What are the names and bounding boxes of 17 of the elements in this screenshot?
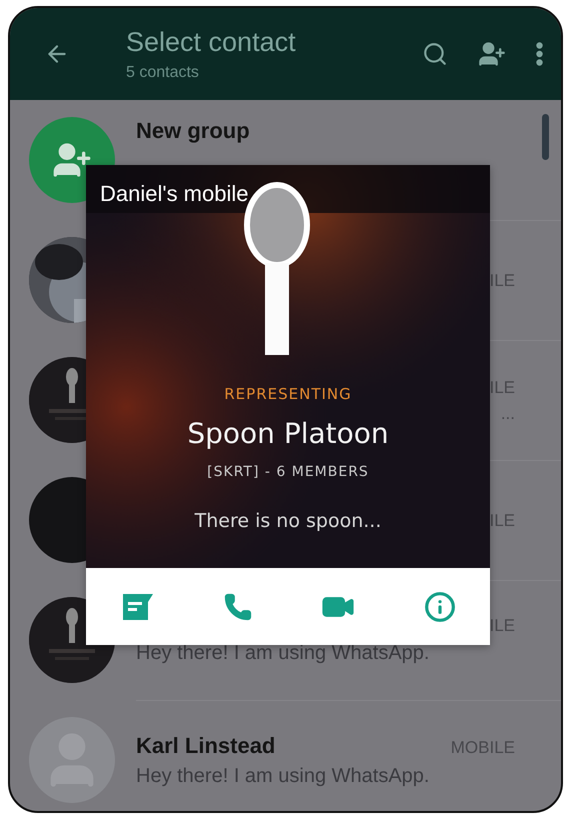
scrollbar: [542, 114, 549, 160]
add-person-icon: [478, 40, 506, 68]
message-icon: [120, 592, 154, 620]
search-icon: [422, 41, 448, 67]
phone-icon: [222, 592, 253, 622]
new-group-label: New group: [136, 118, 251, 144]
menu-icon: [536, 42, 543, 66]
info-button[interactable]: [424, 590, 456, 622]
call-button[interactable]: [222, 592, 253, 622]
contact-status: Hey there! I am using WhatsApp.: [136, 765, 430, 788]
screen-title: Select contact: [126, 26, 297, 58]
ellipsis: ...: [500, 404, 515, 424]
contact-name: Karl Linstead: [136, 733, 276, 759]
contact-status: Hey there! I am using WhatsApp.: [136, 642, 430, 665]
contact-count: 5 contacts: [126, 64, 200, 82]
info-icon: [424, 590, 456, 622]
message-button[interactable]: [120, 592, 154, 620]
